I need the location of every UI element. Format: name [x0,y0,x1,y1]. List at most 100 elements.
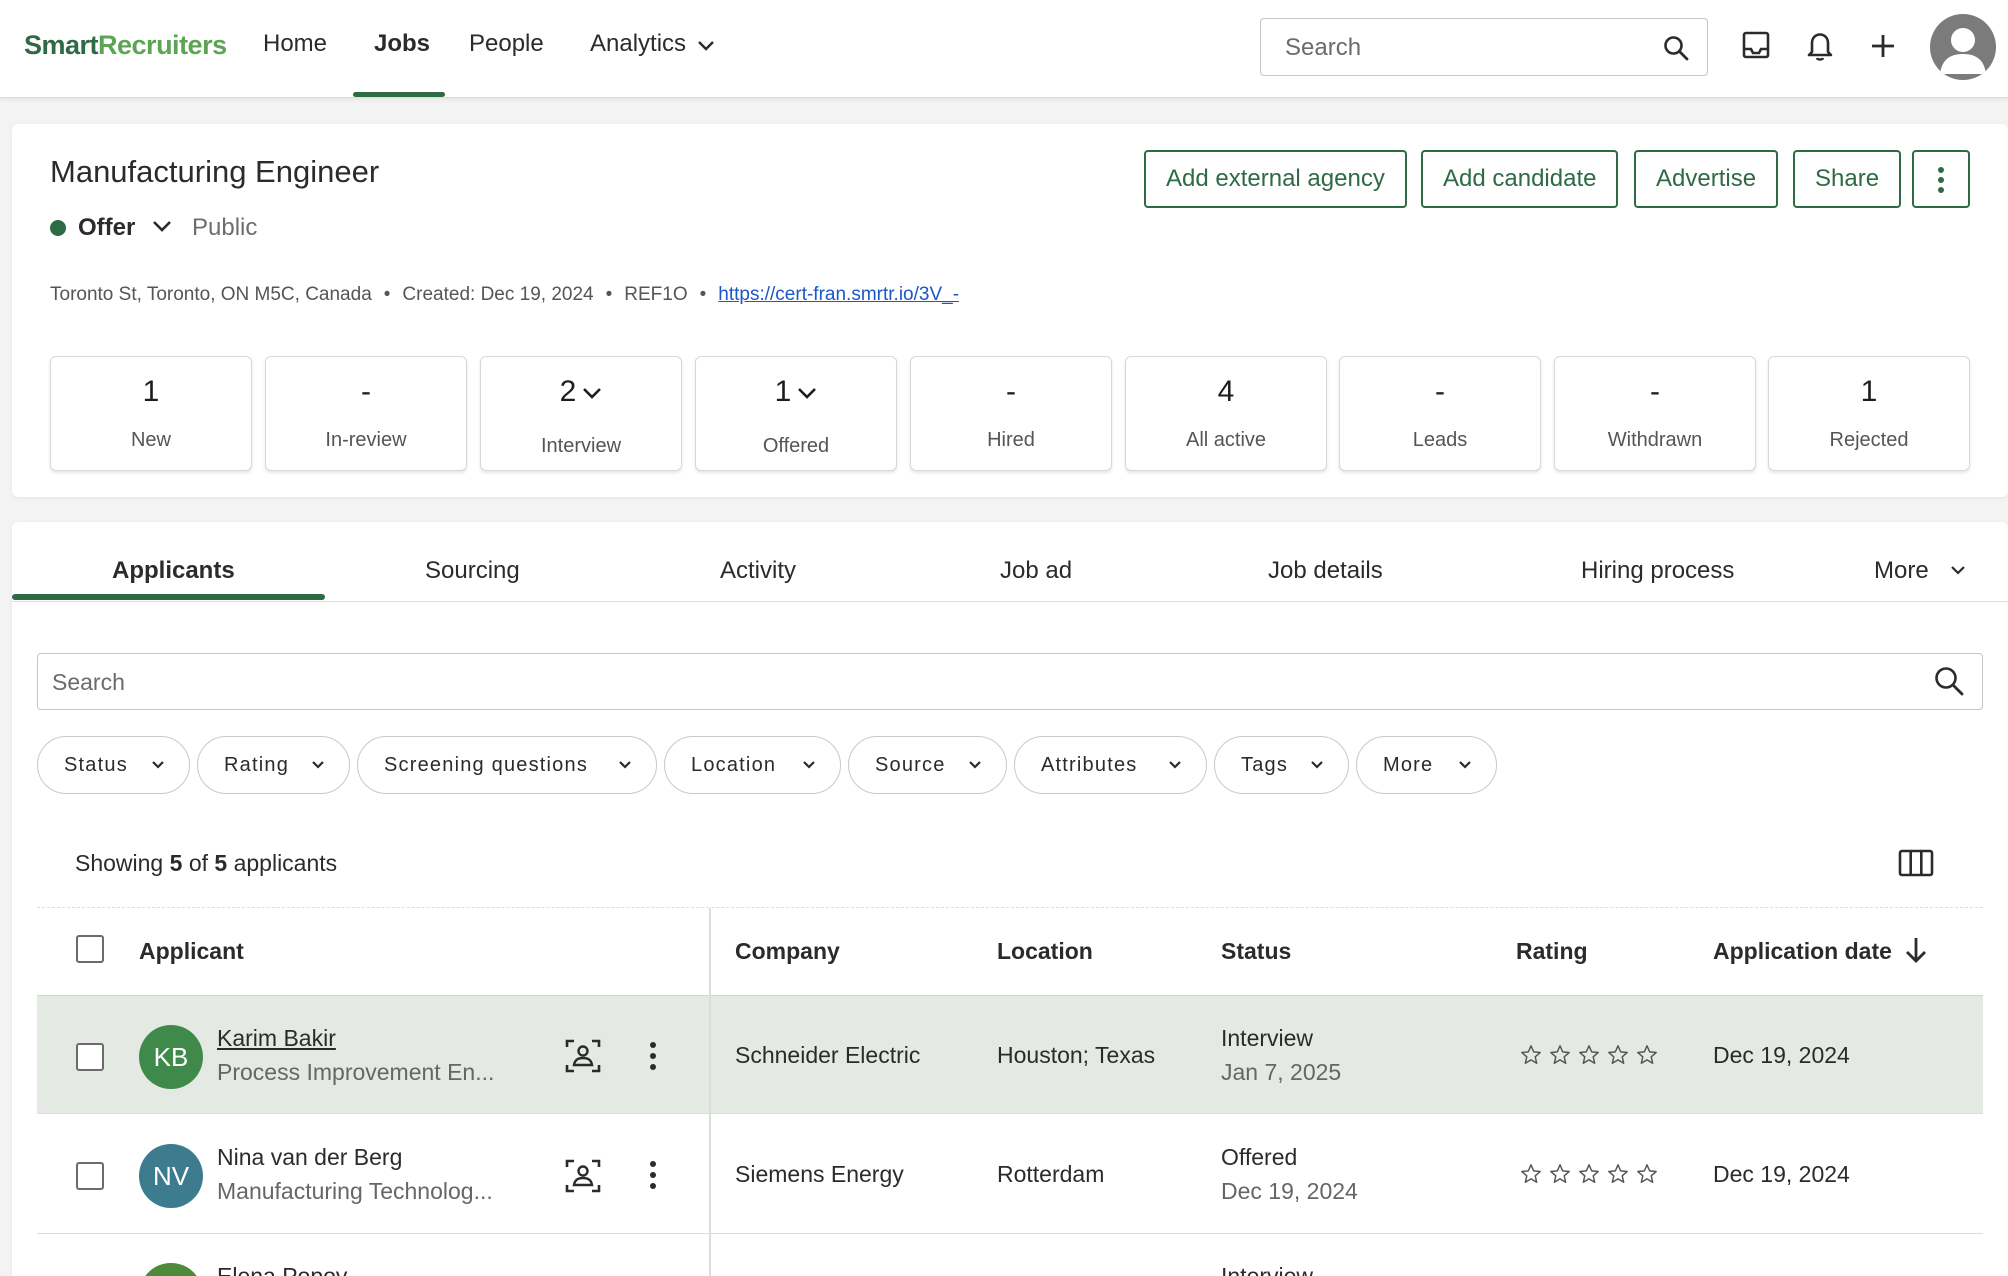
column-header-company[interactable]: Company [735,938,840,965]
nav-analytics[interactable]: Analytics [590,30,686,58]
smartrecruiters-logo[interactable]: SmartRecruiters [24,30,227,61]
application-date: Dec 19, 2024 [1713,1161,1850,1187]
divider [37,907,1983,908]
filter-tags[interactable]: Tags [1214,736,1349,794]
row-checkbox[interactable] [76,1162,104,1190]
kebab-menu-icon[interactable] [646,1041,660,1071]
stage-label: Interview [540,435,622,457]
share-button[interactable]: Share [1793,150,1902,208]
rating-stars[interactable] [1520,1044,1658,1066]
kebab-menu-icon[interactable] [646,1160,660,1190]
applicant-name-link[interactable]: Elena Popov [217,1263,347,1276]
stage-count: 2 [559,375,577,408]
chevron-down-icon [1168,760,1182,770]
filter-more[interactable]: More [1356,736,1497,794]
job-status[interactable]: Offer [78,214,135,242]
job-short-url[interactable]: https://cert-fran.smrtr.io/3V_- [718,284,959,305]
global-search-input[interactable] [1285,31,1645,65]
advertise-button[interactable]: Advertise [1634,150,1779,208]
stage-hired[interactable]: - Hired [910,356,1112,471]
column-header-rating[interactable]: Rating [1516,938,1588,965]
stage-interview[interactable]: 2 Interview [480,356,682,471]
applicant-name-link[interactable]: Karim Bakir [217,1025,336,1052]
avatar[interactable]: NV [139,1144,203,1208]
job-visibility: Public [192,214,258,241]
nav-home[interactable]: Home [263,30,327,58]
column-header-location[interactable]: Location [997,938,1093,965]
stage-rejected[interactable]: 1 Rejected [1768,356,1970,471]
logo-part-recruiters: Recruiters [98,30,227,60]
rating-stars[interactable] [1520,1163,1658,1185]
chevron-down-icon[interactable] [582,386,602,400]
stage-in-review[interactable]: - In-review [265,356,467,471]
stage-label: Hired [987,429,1035,451]
results-prefix: Showing [75,850,164,876]
search-icon[interactable] [1663,35,1689,61]
filter-label: Status [64,754,128,776]
tab-sourcing[interactable]: Sourcing [425,557,520,585]
stage-count: - [1435,375,1445,408]
filter-rating[interactable]: Rating [197,736,350,794]
tab-applicants[interactable]: Applicants [112,557,235,585]
stage-withdrawn[interactable]: - Withdrawn [1554,356,1756,471]
applicant-status-date: Jan 7, 2025 [1221,1059,1342,1085]
inbox-icon[interactable] [1742,30,1770,60]
stage-all-active[interactable]: 4 All active [1125,356,1327,471]
stage-leads[interactable]: - Leads [1339,356,1541,471]
star-icon [1521,1164,1541,1183]
star-icon [1608,1164,1628,1183]
results-shown: 5 [169,850,183,876]
candidate-profile-icon[interactable] [565,1158,601,1194]
tab-job-ad[interactable]: Job ad [1000,557,1072,585]
user-avatar[interactable] [1930,14,1996,80]
chevron-down-icon [1458,760,1472,770]
filter-location[interactable]: Location [664,736,841,794]
applicant-role: Process Improvement En... [217,1059,495,1085]
select-all-checkbox[interactable] [76,935,104,963]
results-count: Showing 5 of 5 applicants [75,850,337,877]
chevron-down-icon[interactable] [1950,565,1966,576]
column-header-application-date[interactable]: Application date [1713,938,1892,965]
tab-activity[interactable]: Activity [720,557,796,585]
chevron-down-icon[interactable] [152,219,172,233]
avatar[interactable]: KB [139,1025,203,1089]
notifications-bell-icon[interactable] [1806,30,1834,62]
stage-new[interactable]: 1 New [50,356,252,471]
filter-label: Screening questions [384,754,589,776]
search-icon[interactable] [1934,666,1964,696]
nav-people[interactable]: People [469,30,544,58]
logo-part-smart: Smart [24,30,99,60]
nav-jobs[interactable]: Jobs [374,30,430,58]
candidate-profile-icon[interactable] [565,1038,601,1074]
tab-job-details[interactable]: Job details [1268,557,1383,585]
column-header-applicant[interactable]: Applicant [139,938,244,965]
applicant-search-input[interactable] [52,666,1852,698]
filter-screening-questions[interactable]: Screening questions [357,736,657,794]
filter-attributes[interactable]: Attributes [1014,736,1207,794]
columns-settings-icon[interactable] [1898,849,1934,877]
column-header-status[interactable]: Status [1221,938,1291,965]
chevron-down-icon[interactable] [797,386,817,400]
add-plus-icon[interactable] [1870,33,1896,59]
more-actions-button[interactable] [1912,150,1970,208]
applicant-name-link[interactable]: Nina van der Berg [217,1144,402,1171]
job-address: Toronto St, Toronto, ON M5C, Canada [50,284,372,305]
stage-label: Withdrawn [1607,429,1703,451]
filter-status[interactable]: Status [37,736,190,794]
separator-dot: • [699,284,707,305]
add-candidate-button[interactable]: Add candidate [1421,150,1619,208]
add-external-agency-button[interactable]: Add external agency [1144,150,1407,208]
filter-source[interactable]: Source [848,736,1007,794]
star-icon [1637,1045,1657,1064]
chevron-down-icon[interactable] [697,40,715,52]
row-checkbox[interactable] [76,1043,104,1071]
applicant-location: Rotterdam [997,1161,1105,1187]
tab-hiring-process[interactable]: Hiring process [1581,557,1734,585]
tab-more[interactable]: More [1874,557,1929,585]
stage-offered[interactable]: 1 Offered [695,356,897,471]
star-icon [1521,1045,1541,1064]
applicant-status: Interview [1221,1263,1314,1276]
applicant-company: Siemens Energy [735,1161,904,1187]
sort-descending-arrow-icon[interactable] [1904,936,1928,964]
applicant-role: Manufacturing Technolog... [217,1178,493,1204]
